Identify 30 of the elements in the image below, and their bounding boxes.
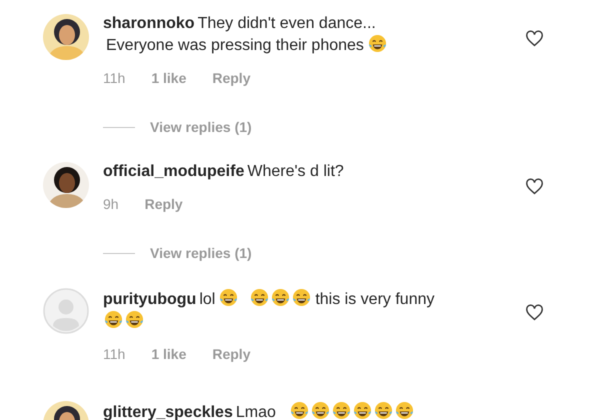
likes-count[interactable]: 1 like	[151, 344, 186, 365]
laughing-emoji-icon	[292, 288, 312, 307]
comment-time: 9h	[103, 195, 119, 214]
view-replies-link[interactable]: View replies (1)	[150, 243, 252, 264]
laughing-emoji-icon	[219, 288, 238, 307]
reply-link[interactable]: Reply	[212, 68, 250, 89]
view-replies-link[interactable]: View replies (1)	[150, 117, 252, 138]
heart-icon[interactable]	[525, 178, 544, 195]
username[interactable]: official_modupeife	[103, 163, 244, 180]
default-avatar-icon	[43, 288, 89, 334]
laughing-emoji-icon	[250, 288, 270, 307]
comment-time: 11h	[103, 345, 126, 364]
username[interactable]: sharonnoko	[103, 15, 195, 32]
comment-text: Where's d lit?	[247, 163, 344, 180]
comment-time: 11h	[103, 69, 126, 88]
laughing-emoji-icon	[125, 310, 144, 329]
laughing-emoji-icon	[271, 288, 290, 307]
laughing-emoji-icon	[104, 310, 123, 329]
username[interactable]: purityubogu	[103, 291, 196, 308]
heart-icon[interactable]	[525, 304, 544, 321]
comment-text: lol	[199, 291, 216, 308]
reply-link[interactable]: Reply	[144, 194, 183, 215]
comment-text: this is very funny	[315, 291, 434, 308]
reply-link[interactable]: Reply	[212, 344, 250, 365]
comment-text: They didn't even dance...	[198, 15, 376, 32]
heart-icon[interactable]	[525, 30, 544, 47]
likes-count[interactable]: 1 like	[151, 68, 186, 89]
comment-text: Everyone was pressing their phones	[106, 37, 364, 54]
comment-text: Lmao	[236, 404, 276, 420]
laughing-emoji-icon	[368, 34, 387, 53]
